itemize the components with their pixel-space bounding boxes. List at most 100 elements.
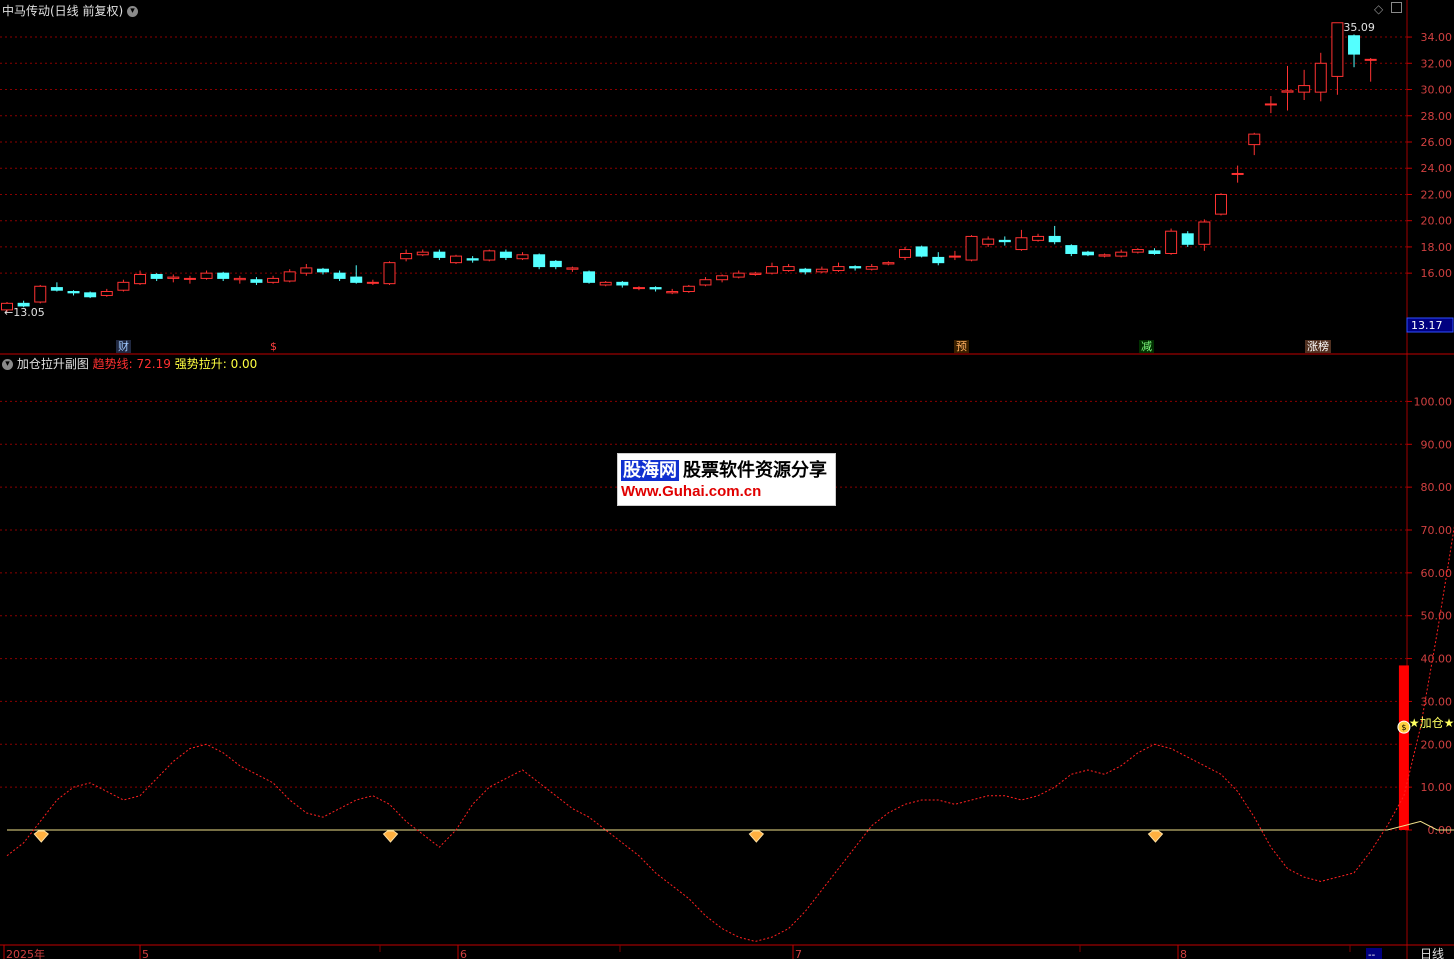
candle <box>1181 231 1194 247</box>
candle-body <box>84 292 97 298</box>
reduce-marker[interactable]: 减 <box>1139 340 1154 353</box>
candle-body <box>499 251 512 258</box>
candle-body <box>699 279 712 286</box>
candle-body <box>632 287 645 290</box>
candle-body <box>267 277 280 283</box>
candle <box>616 281 629 288</box>
candle <box>1314 52 1327 102</box>
candle-body <box>899 249 912 258</box>
candle <box>1348 34 1361 68</box>
candle-body <box>1115 251 1128 257</box>
finance-marker[interactable]: 财 <box>116 340 131 353</box>
candle-body <box>1348 35 1361 55</box>
candle <box>1065 244 1078 257</box>
candle <box>283 269 296 283</box>
candle-body <box>100 291 113 296</box>
chevron-down-icon[interactable]: ▾ <box>127 6 139 17</box>
candle-body <box>1181 233 1194 245</box>
candle-body <box>1131 249 1144 253</box>
candle-body <box>998 239 1011 243</box>
main-y-tick-label: 34.00 <box>1421 31 1453 44</box>
low-price-label: ←13.05 <box>4 306 45 319</box>
main-y-tick-label: 26.00 <box>1421 136 1453 149</box>
chevron-down-icon[interactable]: ▾ <box>2 359 13 370</box>
candle <box>516 252 529 261</box>
candle <box>1081 250 1094 257</box>
candle <box>1165 228 1178 255</box>
dividend-marker[interactable]: $ <box>268 340 279 353</box>
strong-pull-line <box>7 820 1454 831</box>
diamond-icon[interactable]: ◇ <box>1374 2 1383 16</box>
candle-body <box>566 267 579 270</box>
diamond-shape <box>33 830 49 843</box>
candle <box>167 274 180 283</box>
sub-y-tick-label: 10.00 <box>1421 781 1453 794</box>
candle-body <box>516 254 529 260</box>
candle <box>200 270 213 280</box>
candle <box>533 253 546 270</box>
candle-body <box>1231 172 1244 175</box>
candle-body <box>466 258 479 261</box>
candle <box>682 284 695 293</box>
forecast-marker[interactable]: 预 <box>954 340 969 353</box>
diamond-icon <box>1147 830 1164 843</box>
candle-body <box>1198 221 1211 245</box>
candle-body <box>832 266 845 272</box>
candle-body <box>749 272 762 275</box>
candle <box>1048 225 1061 245</box>
date-tick-label: 2025年 <box>6 947 45 959</box>
candle-body <box>1065 245 1078 254</box>
candle <box>599 281 612 287</box>
candle <box>1298 69 1311 101</box>
candle-body <box>865 266 878 270</box>
candle <box>765 262 778 275</box>
candle <box>267 275 280 284</box>
top-gainer-marker[interactable]: 涨榜 <box>1305 340 1331 353</box>
candle-body <box>616 281 629 286</box>
candle <box>865 263 878 271</box>
main-y-tick-label: 28.00 <box>1421 110 1453 123</box>
candle-body <box>716 275 729 281</box>
watermark-url: Www.Guhai.com.cn <box>621 483 762 500</box>
sub-y-tick-label: 20.00 <box>1421 738 1453 751</box>
diamond-shape <box>1147 830 1164 843</box>
candle-body <box>1248 133 1261 146</box>
window-toggle-icon[interactable] <box>1391 2 1403 13</box>
candle-body <box>732 272 745 278</box>
candle <box>732 270 745 279</box>
candle <box>117 279 130 292</box>
candle-body <box>682 285 695 293</box>
sub-y-tick-label: 60.00 <box>1421 567 1453 580</box>
candle <box>815 266 828 274</box>
candle <box>84 291 97 299</box>
candle-body <box>1015 237 1028 251</box>
candle <box>1198 219 1211 251</box>
candle <box>483 249 496 262</box>
candle <box>632 286 645 291</box>
candle-body <box>316 268 329 273</box>
candle <box>549 260 562 270</box>
candle-body <box>350 276 363 283</box>
candle-body <box>583 271 596 283</box>
indicator-title: 加仓拉升副图 <box>16 357 89 371</box>
candle-body <box>1281 90 1294 93</box>
candle-body <box>1314 62 1327 93</box>
candle <box>183 275 196 284</box>
candle-body <box>183 277 196 280</box>
candle <box>915 245 928 258</box>
candle <box>1015 229 1028 251</box>
candle-body <box>50 287 63 291</box>
candle-body <box>250 279 263 283</box>
main-y-tick-label: 18.00 <box>1421 241 1453 254</box>
watermark-brand: 股海网 <box>621 460 679 481</box>
candle-body <box>416 251 429 256</box>
sub-y-tick-label: 40.00 <box>1421 653 1453 666</box>
date-tick-label: 8 <box>1180 948 1187 959</box>
diamond-shape <box>382 830 399 843</box>
candle <box>998 236 1011 246</box>
candle <box>1214 193 1227 216</box>
candle <box>965 235 978 262</box>
diamond-icon <box>382 830 399 843</box>
candle <box>1131 248 1144 254</box>
candle-body <box>1264 103 1277 106</box>
